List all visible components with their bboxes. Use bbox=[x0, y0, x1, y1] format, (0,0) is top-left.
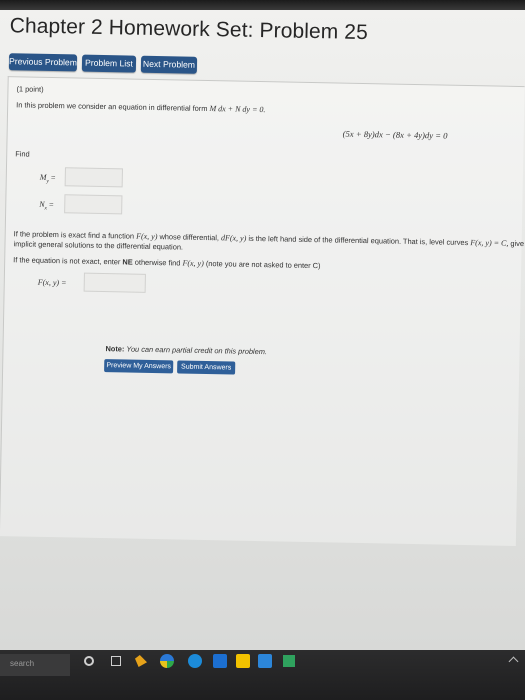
intro-line: In this problem we consider an equation … bbox=[16, 100, 265, 114]
webwork-page: Chapter 2 Homework Set: Problem 25 Previ… bbox=[0, 10, 525, 650]
problem-list-button[interactable]: Problem List bbox=[81, 54, 137, 73]
windows-taskbar: search bbox=[0, 650, 525, 700]
file-explorer-icon[interactable] bbox=[236, 654, 250, 668]
browser-top-edge bbox=[0, 0, 525, 10]
app-icon-store[interactable] bbox=[213, 654, 227, 668]
exact-line-2: implicit general solutions to the differ… bbox=[13, 239, 184, 252]
page-content: Chapter 2 Homework Set: Problem 25 Previ… bbox=[0, 10, 525, 660]
intro-math: M dx + N dy = 0. bbox=[209, 104, 266, 115]
points-label: (1 point) bbox=[16, 84, 44, 94]
cortana-icon[interactable] bbox=[84, 656, 94, 666]
edge-icon[interactable] bbox=[135, 655, 147, 667]
taskbar-search-box[interactable]: search bbox=[0, 654, 70, 676]
partial-credit-note: Note: You can earn partial credit on thi… bbox=[105, 344, 268, 357]
intro-text: In this problem we consider an equation … bbox=[16, 100, 208, 114]
find-label: Find bbox=[15, 149, 30, 159]
app-icon-green[interactable] bbox=[283, 655, 295, 667]
fxy-answer-input[interactable] bbox=[83, 272, 146, 293]
chevron-up-icon[interactable] bbox=[508, 656, 519, 667]
task-view-icon[interactable] bbox=[111, 656, 121, 666]
previous-problem-button[interactable]: Previous Problem bbox=[8, 53, 78, 72]
fxy-label: F(x, y) = bbox=[37, 277, 67, 288]
page-title: Chapter 2 Homework Set: Problem 25 bbox=[9, 14, 369, 45]
not-exact-line: If the equation is not exact, enter NE o… bbox=[13, 255, 321, 271]
next-problem-button[interactable]: Next Problem bbox=[140, 55, 198, 74]
app-icon-blue[interactable] bbox=[188, 654, 202, 668]
nx-answer-input[interactable] bbox=[64, 194, 123, 215]
mail-icon[interactable] bbox=[258, 654, 272, 668]
taskbar-search-text: search bbox=[10, 659, 35, 668]
my-label: My = bbox=[39, 172, 56, 185]
browser-icon[interactable] bbox=[160, 654, 174, 668]
preview-answers-button[interactable]: Preview My Answers bbox=[104, 359, 174, 374]
submit-answers-button[interactable]: Submit Answers bbox=[177, 360, 236, 375]
problem-equation: (5x + 8y)dx − (8x + 4y)dy = 0 bbox=[342, 128, 448, 141]
photo-frame: Chapter 2 Homework Set: Problem 25 Previ… bbox=[0, 0, 525, 700]
nx-label: Nx = bbox=[39, 199, 54, 212]
my-answer-input[interactable] bbox=[64, 167, 123, 188]
problem-panel: (1 point) In this problem we consider an… bbox=[0, 76, 525, 547]
